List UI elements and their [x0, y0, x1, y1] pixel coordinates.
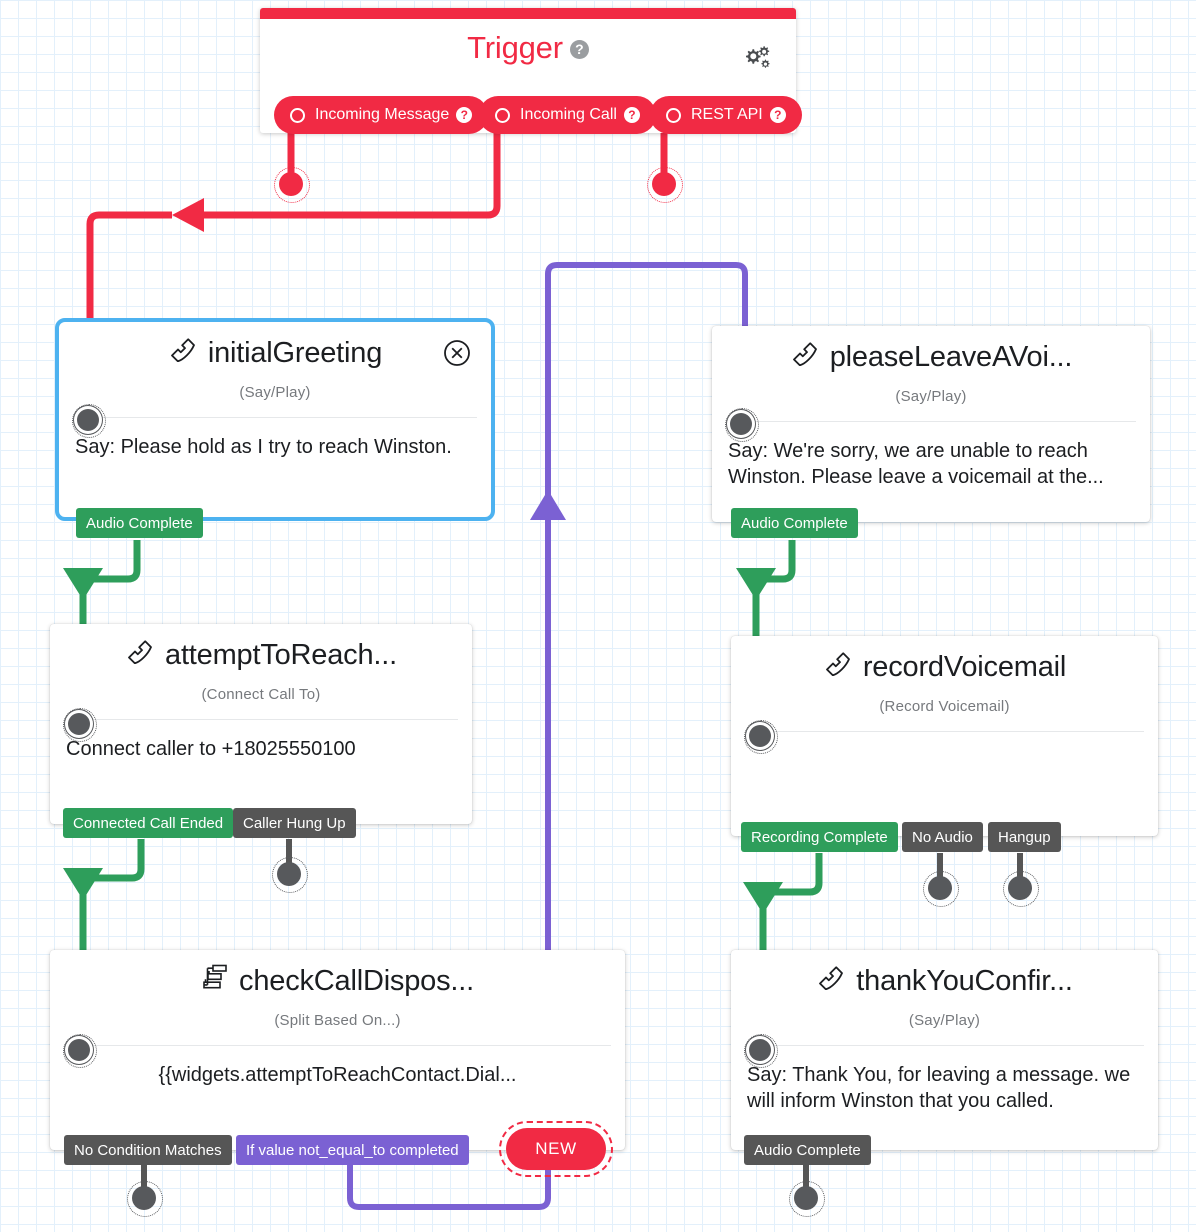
transition-label: Audio Complete [86, 514, 193, 532]
transition-pill-caller-hung-up[interactable]: Caller Hung Up [233, 808, 356, 838]
transition-pill-audio-complete[interactable]: Audio Complete [76, 508, 203, 538]
close-circle-icon[interactable] [443, 339, 471, 367]
node-title-text: thankYouConfir... [856, 964, 1073, 997]
phone-icon [168, 337, 198, 370]
trigger-option-incoming-message[interactable]: Incoming Message ? [274, 96, 489, 134]
node-input-dot[interactable] [63, 708, 97, 742]
transition-pill-no-audio[interactable]: No Audio [902, 822, 983, 852]
trigger-option-label: Incoming Message [315, 106, 450, 123]
trigger-title-text: Trigger [467, 30, 563, 65]
new-widget-button-label: NEW [535, 1139, 577, 1158]
node-body: {{widgets.attemptToReachContact.Dial... [158, 1064, 517, 1086]
split-icon [201, 964, 229, 998]
radio-circle-icon [495, 107, 510, 123]
transition-label: No Audio [912, 828, 973, 846]
transition-label: Recording Complete [751, 828, 888, 846]
connector-endpoint-no-condition-matches[interactable] [127, 1181, 163, 1217]
trigger-option-label: Incoming Call [520, 106, 617, 123]
node-attemptToReachContact[interactable]: attemptToReach... (Connect Call To) Conn… [50, 624, 472, 824]
node-input-dot[interactable] [725, 408, 759, 442]
radio-circle-icon [666, 107, 681, 123]
trigger-option-rest-api[interactable]: REST API ? [650, 96, 802, 134]
flow-canvas[interactable]: Trigger? Incoming Message ? Incoming Cal [0, 0, 1196, 1232]
node-recordVoicemail[interactable]: recordVoicemail (Record Voicemail) [731, 636, 1158, 836]
transition-pill-hangup[interactable]: Hangup [988, 822, 1061, 852]
node-input-dot[interactable] [63, 1034, 97, 1068]
trigger-option-help-icon[interactable]: ? [769, 107, 786, 123]
node-title: recordVoicemail [731, 636, 1158, 698]
node-title: initialGreeting [59, 322, 491, 384]
radio-circle-icon [290, 107, 305, 123]
node-title-text: pleaseLeaveAVoi... [829, 340, 1073, 373]
trigger-title: Trigger? [260, 19, 796, 66]
transition-label: Connected Call Ended [73, 814, 224, 832]
transition-label: Caller Hung Up [243, 814, 346, 832]
phone-icon [823, 651, 853, 684]
trigger-option-label: REST API [691, 106, 763, 123]
connector-endpoint-audio-complete[interactable] [789, 1181, 825, 1217]
transition-label: Hangup [998, 828, 1051, 846]
node-subtype: (Split Based On...) [274, 1012, 401, 1029]
connector-endpoint-no-audio[interactable] [923, 871, 959, 907]
node-title-text: checkCallDispos... [239, 964, 474, 997]
node-body [731, 732, 1158, 748]
transition-label: Audio Complete [741, 514, 848, 532]
node-body: Say: Thank You, for leaving a message. w… [747, 1064, 1131, 1112]
node-subtype: (Connect Call To) [201, 686, 321, 703]
connector-endpoint-caller-hung-up[interactable] [272, 857, 308, 893]
transition-pill-connected-call-ended[interactable]: Connected Call Ended [63, 808, 234, 838]
transition-pill-audio-complete[interactable]: Audio Complete [744, 1135, 871, 1165]
node-title: checkCallDispos... [50, 950, 625, 1012]
node-checkCallDisposition[interactable]: checkCallDispos... (Split Based On...) {… [50, 950, 625, 1150]
node-input-dot[interactable] [72, 403, 106, 438]
node-input-dot[interactable] [744, 720, 778, 754]
node-pleaseLeaveAVoicemail[interactable]: pleaseLeaveAVoi... (Say/Play) Say: We're… [712, 326, 1150, 522]
trigger-node[interactable]: Trigger? Incoming Message ? Incoming Cal [260, 8, 802, 134]
phone-icon [125, 639, 155, 672]
new-widget-button[interactable]: NEW [499, 1121, 613, 1177]
connector-endpoint-hangup[interactable] [1003, 871, 1039, 907]
node-body: Say: Please hold as I try to reach Winst… [75, 436, 452, 458]
node-body: Connect caller to +18025550100 [66, 738, 356, 760]
node-title-text: initialGreeting [207, 336, 383, 369]
node-initialGreeting[interactable]: initialGreeting (Say/Play) Say: Please h… [55, 318, 495, 521]
transition-label: Audio Complete [754, 1141, 861, 1159]
transition-pill-recording-complete[interactable]: Recording Complete [741, 822, 898, 852]
phone-icon [816, 965, 846, 998]
trigger-option-help-icon[interactable]: ? [456, 107, 473, 123]
node-title-text: recordVoicemail [862, 650, 1067, 683]
trigger-help-icon[interactable]: ? [569, 40, 589, 59]
node-input-dot[interactable] [744, 1034, 778, 1068]
node-title: attemptToReach... [50, 624, 472, 686]
node-subtype: (Say/Play) [895, 388, 967, 405]
transition-pill-no-condition-matches[interactable]: No Condition Matches [64, 1135, 232, 1165]
node-title: pleaseLeaveAVoi... [712, 326, 1150, 388]
trigger-option-help-icon[interactable]: ? [623, 107, 640, 123]
trigger-option-incoming-call[interactable]: Incoming Call ? [479, 96, 656, 134]
phone-icon [790, 341, 820, 374]
node-title: thankYouConfir... [731, 950, 1158, 1012]
node-subtype: (Record Voicemail) [879, 698, 1010, 715]
connector-endpoint-incoming-message[interactable] [274, 167, 310, 203]
transition-label: No Condition Matches [74, 1141, 222, 1159]
node-subtype: (Say/Play) [239, 384, 311, 401]
transition-label: If value not_equal_to completed [246, 1141, 459, 1159]
transition-pill-if-value-not-equal-to-completed[interactable]: If value not_equal_to completed [236, 1135, 469, 1165]
gears-icon[interactable] [742, 45, 772, 78]
node-title-text: attemptToReach... [165, 638, 397, 671]
connector-endpoint-rest-api[interactable] [647, 167, 683, 203]
node-subtype: (Say/Play) [908, 1012, 981, 1029]
transition-pill-audio-complete[interactable]: Audio Complete [731, 508, 858, 538]
node-thankYouConfirmation[interactable]: thankYouConfir... (Say/Play) Say: Thank … [731, 950, 1158, 1150]
node-body: Say: We're sorry, we are unable to reach… [728, 440, 1104, 488]
